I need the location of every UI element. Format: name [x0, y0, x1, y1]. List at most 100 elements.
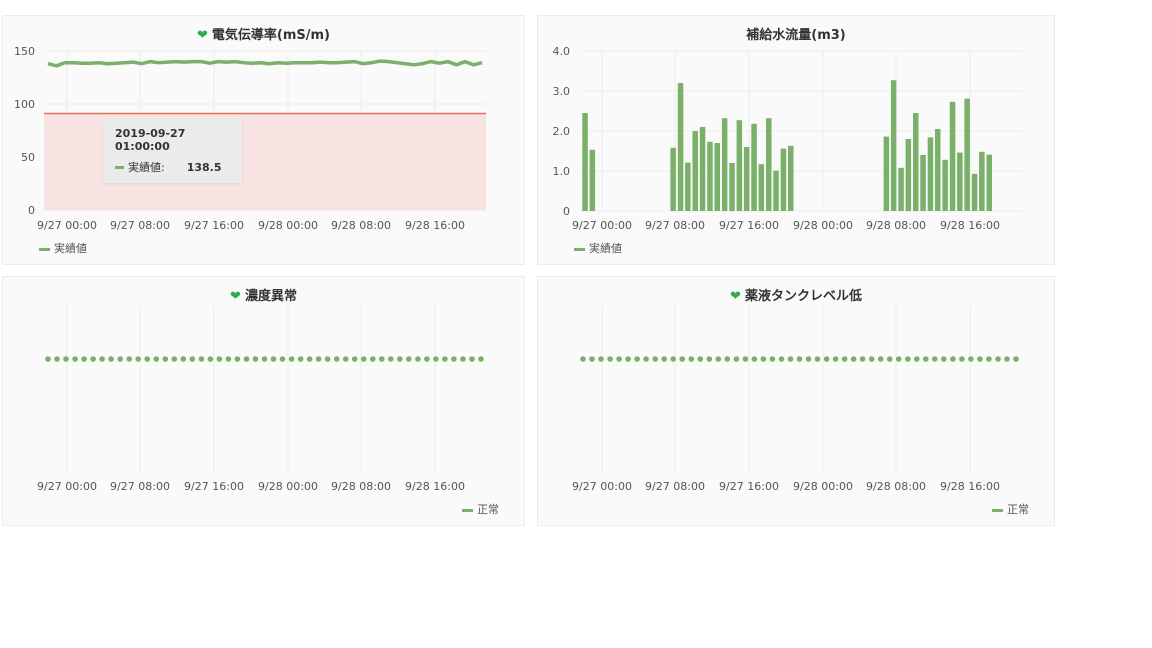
status-dot: [787, 356, 794, 362]
status-dot: [868, 356, 875, 362]
x-tick-label: 9/27 00:00: [37, 480, 97, 493]
bar: [890, 80, 897, 211]
legend-swatch: [992, 509, 1003, 512]
bar: [677, 83, 684, 211]
x-tick-label: 9/27 08:00: [110, 219, 170, 232]
legend-label: 実績値: [54, 241, 87, 255]
status-dot: [162, 356, 169, 362]
status-dot: [580, 356, 586, 362]
status-dot: [905, 356, 911, 362]
y-tick-label: 2.0: [553, 125, 571, 138]
y-tick-label: 100: [14, 98, 35, 111]
status-dot: [733, 356, 740, 362]
y-tick-label: 3.0: [553, 85, 571, 98]
tooltip-label: 実績値:: [128, 161, 165, 174]
status-dot: [688, 356, 695, 362]
bar: [883, 136, 890, 211]
y-tick-label: 0: [28, 204, 35, 217]
bar: [582, 113, 588, 211]
y-tick-label: 0: [563, 205, 570, 218]
status-dot: [968, 356, 974, 362]
status-dot: [1013, 356, 1019, 362]
x-tick-label: 9/27 00:00: [37, 219, 97, 232]
x-tick-label: 9/27 16:00: [184, 219, 244, 232]
y-tick-label: 1.0: [553, 165, 571, 178]
status-dot: [54, 356, 60, 362]
bar: [905, 139, 912, 211]
tooltip-swatch: [115, 165, 124, 169]
x-tick-label: 9/27 16:00: [719, 480, 779, 493]
status-dot: [351, 356, 358, 362]
x-tick-label: 9/27 08:00: [110, 480, 170, 493]
flow-panel: 補給水流量(m3) 0 1.0 2.0 3.0 4.0 9/27 00:00 9/27 08…: [537, 15, 1055, 265]
status-dot: [634, 356, 640, 362]
conductivity-chart[interactable]: 0 50 100 150 9/27 00:00 9/27 08:00 9/27 16:00 9…: [3, 16, 526, 266]
status-dot: [63, 356, 69, 362]
status-dot: [914, 356, 920, 362]
status-dot: [180, 356, 187, 362]
bar: [957, 152, 963, 211]
bar: [971, 173, 978, 211]
status-dot: [135, 356, 141, 362]
x-tick-label: 9/28 00:00: [793, 219, 853, 232]
bar: [780, 148, 787, 211]
bar: [692, 131, 698, 211]
x-tick-label: 9/28 00:00: [793, 480, 853, 493]
status-dot: [207, 356, 214, 362]
legend-swatch: [462, 509, 473, 512]
status-dot: [832, 356, 839, 362]
status-dot: [616, 356, 622, 362]
bar: [758, 164, 765, 211]
x-tick-label: 9/28 08:00: [866, 219, 926, 232]
tooltip-time: 2019-09-27 01:00:00: [115, 127, 186, 153]
status-dot: [977, 356, 983, 362]
bar: [670, 147, 676, 211]
tank-panel: ❤ 薬液タンクレベル低 9/27 00:00 9/27 08:00 9/27 16:0…: [537, 276, 1055, 526]
status-dot: [117, 356, 123, 362]
legend-swatch: [574, 248, 585, 251]
status-dot: [306, 356, 313, 362]
status-dot: [243, 356, 250, 362]
status-dot: [424, 356, 430, 362]
y-tick-label: 50: [21, 151, 35, 164]
status-dot: [279, 356, 286, 362]
status-dot: [442, 356, 448, 362]
status-dot: [877, 356, 884, 362]
status-dot: [715, 356, 722, 362]
status-dot: [451, 356, 457, 362]
bar: [589, 149, 596, 211]
bar: [927, 137, 934, 211]
status-dot: [823, 356, 830, 362]
status-dot: [225, 356, 232, 362]
status-dot: [589, 356, 595, 362]
status-dot: [652, 356, 658, 362]
legend-label: 実績値: [589, 241, 622, 255]
status-dot: [469, 356, 475, 362]
chart-tooltip: 2019-09-27 01:00:00 実績値: 138.5: [103, 119, 242, 183]
status-dot: [923, 356, 929, 362]
tank-chart[interactable]: 9/27 00:00 9/27 08:00 9/27 16:00 9/28 00:00…: [538, 277, 1056, 527]
status-dot: [153, 356, 160, 362]
x-tick-label: 9/28 08:00: [331, 480, 391, 493]
concentration-chart[interactable]: 9/27 00:00 9/27 08:00 9/27 16:00 9/28 00:00…: [3, 277, 526, 527]
status-dot: [324, 356, 331, 362]
status-dot: [261, 356, 268, 362]
status-dot: [126, 356, 132, 362]
status-dot: [995, 356, 1001, 362]
x-tick-label: 9/27 00:00: [572, 219, 632, 232]
x-tick-label: 9/28 16:00: [405, 219, 465, 232]
bar: [707, 141, 713, 211]
flow-chart[interactable]: 0 1.0 2.0 3.0 4.0 9/27 00:00 9/27 08:00 9/27 16…: [538, 16, 1056, 266]
x-tick-label: 9/28 00:00: [258, 480, 318, 493]
concentration-panel: ❤ 濃度異常 9/27 00:00 9/27 08:00 9/27 16:00 9/28…: [2, 276, 525, 526]
status-dot: [959, 356, 965, 362]
status-dot: [415, 356, 421, 362]
status-dot: [234, 356, 241, 362]
x-tick-label: 9/28 16:00: [940, 219, 1000, 232]
status-dot: [607, 356, 613, 362]
status-dot: [478, 356, 484, 362]
bar: [773, 170, 779, 211]
status-dot: [805, 356, 812, 362]
status-dot: [144, 356, 150, 362]
status-dot: [388, 356, 394, 362]
